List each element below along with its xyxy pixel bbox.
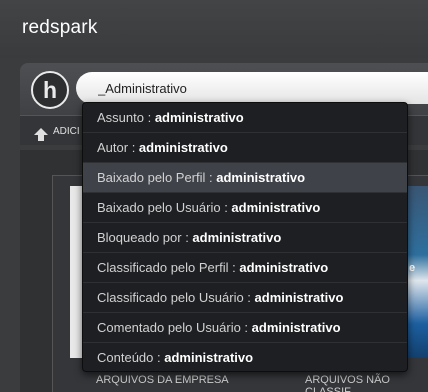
search-suggestions-dropdown: Assunto : administrativo Autor : adminis… xyxy=(82,102,408,372)
suggestion-item[interactable]: Classificado pelo Perfil : administrativ… xyxy=(83,253,407,283)
add-button-label: ADICI xyxy=(53,125,80,137)
suggestion-item[interactable]: Baixado pelo Usuário : administrativo xyxy=(83,193,407,223)
category-label-unclassified-files[interactable]: ARQUIVOS NÃO CLASSIF xyxy=(305,374,428,392)
suggestion-item[interactable]: Comentado pelo Usuário : administrativo xyxy=(83,313,407,343)
brand-name: redspark xyxy=(22,17,98,38)
suggestion-item[interactable]: Assunto : administrativo xyxy=(83,103,407,133)
top-bar: redspark xyxy=(0,0,428,58)
suggestion-item[interactable]: Conteúdo : administrativo xyxy=(83,343,407,371)
search-input[interactable] xyxy=(76,72,428,104)
add-button[interactable]: ADICI xyxy=(34,123,80,141)
category-label-company-files[interactable]: ARQUIVOS DA EMPRESA xyxy=(96,374,229,386)
file-card-caption: e xyxy=(409,262,416,274)
upload-arrow-icon xyxy=(34,127,48,141)
suggestion-item[interactable]: Bloqueado por : administrativo xyxy=(83,223,407,253)
suggestion-item[interactable]: Classificado pelo Usuário : administrati… xyxy=(83,283,407,313)
suggestion-item[interactable]: Autor : administrativo xyxy=(83,133,407,163)
suggestion-item-highlighted[interactable]: Baixado pelo Perfil : administrativo xyxy=(83,163,407,193)
h-logo-icon[interactable]: h xyxy=(31,71,69,109)
